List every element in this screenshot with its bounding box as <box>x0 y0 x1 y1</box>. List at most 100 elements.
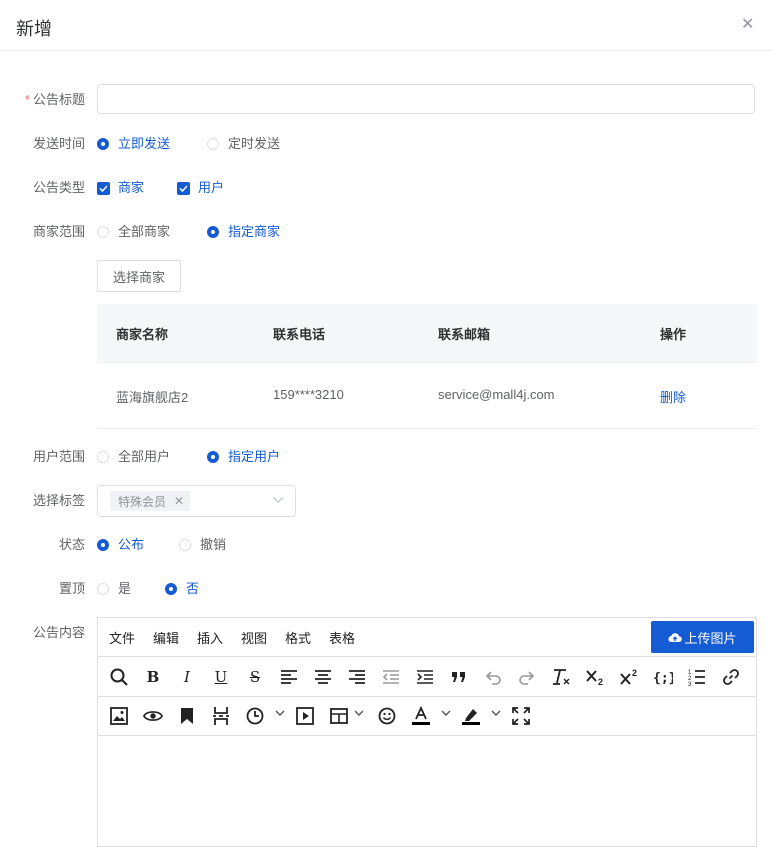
send-scheduled-radio[interactable]: 定时发送 <box>207 134 280 154</box>
preview-icon[interactable] <box>143 706 163 726</box>
clear-format-icon[interactable] <box>551 667 571 687</box>
type-merchant-checkbox[interactable]: 商家 <box>97 178 144 198</box>
radio-unchecked-icon <box>207 138 219 150</box>
merchant-scope-label: 商家范围 <box>32 224 85 239</box>
tag-select[interactable]: 特殊会员 ✕ <box>97 485 296 517</box>
cloud-upload-icon <box>668 632 683 642</box>
column-header: 操作 <box>660 327 687 342</box>
merchant-name-cell: 蓝海旗舰店2 <box>116 390 189 405</box>
select-merchant-button[interactable]: 选择商家 <box>97 260 181 292</box>
specific-users-radio[interactable]: 指定用户 <box>207 447 280 467</box>
checkbox-checked-icon <box>177 181 190 195</box>
svg-text:2: 2 <box>598 677 603 686</box>
all-users-radio[interactable]: 全部用户 <box>97 447 170 467</box>
menu-edit[interactable]: 编辑 <box>153 628 179 647</box>
align-left-icon[interactable] <box>279 667 299 687</box>
editor-content-area[interactable] <box>98 736 756 846</box>
search-icon[interactable] <box>109 667 129 687</box>
svg-text:{;}: {;} <box>653 671 673 685</box>
link-icon[interactable] <box>721 667 741 687</box>
radio-checked-icon <box>207 226 219 238</box>
chevron-down-icon[interactable] <box>491 710 501 717</box>
column-header: 联系邮箱 <box>438 327 491 342</box>
column-header: 商家名称 <box>116 327 169 342</box>
merchant-phone-cell: 159****3210 <box>273 387 344 402</box>
bookmark-icon[interactable] <box>177 706 197 726</box>
checkbox-checked-icon <box>97 181 110 195</box>
radio-checked-icon <box>97 539 109 551</box>
status-label: 状态 <box>58 537 85 552</box>
menu-file[interactable]: 文件 <box>109 628 135 647</box>
text-color-icon[interactable] <box>411 706 431 726</box>
subscript-icon[interactable]: 2 <box>585 667 605 687</box>
media-icon[interactable] <box>295 706 315 726</box>
type-user-checkbox[interactable]: 用户 <box>177 178 224 198</box>
image-icon[interactable] <box>109 706 129 726</box>
chevron-down-icon[interactable] <box>275 710 285 717</box>
radio-unchecked-icon <box>97 226 109 238</box>
send-time-label: 发送时间 <box>32 136 85 151</box>
table-row: 蓝海旗舰店2 159****3210 service@mall4j.com 删除 <box>97 363 757 429</box>
superscript-icon[interactable]: 2 <box>619 667 639 687</box>
outdent-icon[interactable] <box>381 667 401 687</box>
upload-image-button[interactable]: 上传图片 <box>651 621 754 653</box>
menu-view[interactable]: 视图 <box>241 628 267 647</box>
notice-type-label: 公告类型 <box>32 180 85 195</box>
radio-checked-icon <box>165 583 177 595</box>
rich-text-editor: 文件 编辑 插入 视图 格式 表格 上传图片 B I U S 2 2 {;} 1… <box>97 617 757 847</box>
tag-close-icon[interactable]: ✕ <box>174 494 184 508</box>
radio-checked-icon <box>97 138 109 150</box>
title-input[interactable] <box>97 84 755 114</box>
delete-link[interactable]: 删除 <box>660 387 686 406</box>
page-break-icon[interactable] <box>211 706 231 726</box>
menu-table[interactable]: 表格 <box>329 628 355 647</box>
editor-toolbar-row1: B I U S 2 2 {;} 123 <box>98 657 756 697</box>
svg-text:2: 2 <box>632 668 637 678</box>
underline-icon[interactable]: U <box>211 667 231 687</box>
status-revoke-radio[interactable]: 撤销 <box>179 535 226 555</box>
strikethrough-icon[interactable]: S <box>245 667 265 687</box>
title-label: * 公告标题 <box>24 92 85 107</box>
menu-insert[interactable]: 插入 <box>197 628 223 647</box>
merchant-table-header: 商家名称 联系电话 联系邮箱 操作 <box>97 304 757 363</box>
code-icon[interactable]: {;} <box>653 667 673 687</box>
send-now-radio[interactable]: 立即发送 <box>97 134 170 154</box>
required-mark: * <box>24 92 30 107</box>
dialog-header: 新增 ✕ <box>0 0 772 51</box>
specific-merchants-radio[interactable]: 指定商家 <box>207 222 280 242</box>
blockquote-icon[interactable] <box>449 667 469 687</box>
clock-icon[interactable] <box>245 706 265 726</box>
indent-icon[interactable] <box>415 667 435 687</box>
table-icon[interactable] <box>329 706 349 726</box>
status-publish-radio[interactable]: 公布 <box>97 535 144 555</box>
merchant-email-cell: service@mall4j.com <box>438 387 555 402</box>
italic-icon[interactable]: I <box>177 667 197 687</box>
pin-yes-radio[interactable]: 是 <box>97 579 131 599</box>
align-center-icon[interactable] <box>313 667 333 687</box>
radio-unchecked-icon <box>97 451 109 463</box>
all-merchants-radio[interactable]: 全部商家 <box>97 222 170 242</box>
content-label: 公告内容 <box>32 625 85 640</box>
user-scope-label: 用户范围 <box>32 449 85 464</box>
svg-text:3: 3 <box>688 682 692 686</box>
chevron-down-icon[interactable] <box>354 710 364 717</box>
align-right-icon[interactable] <box>347 667 367 687</box>
editor-menubar: 文件 编辑 插入 视图 格式 表格 上传图片 <box>98 618 756 657</box>
redo-icon[interactable] <box>517 667 537 687</box>
emoji-icon[interactable] <box>377 706 397 726</box>
editor-toolbar-row2 <box>98 696 756 736</box>
bold-icon[interactable]: B <box>143 667 163 687</box>
close-icon[interactable]: ✕ <box>741 17 754 33</box>
radio-checked-icon <box>207 451 219 463</box>
dialog-title: 新增 <box>16 19 52 39</box>
highlight-color-icon[interactable] <box>461 706 481 726</box>
chevron-down-icon[interactable] <box>441 710 451 717</box>
radio-unchecked-icon <box>97 583 109 595</box>
menu-format[interactable]: 格式 <box>285 628 311 647</box>
pin-no-radio[interactable]: 否 <box>165 579 199 599</box>
pin-top-label: 置顶 <box>58 581 85 596</box>
undo-icon[interactable] <box>483 667 503 687</box>
fullscreen-icon[interactable] <box>511 706 531 726</box>
tag-chip: 特殊会员 ✕ <box>110 491 191 511</box>
numbered-list-icon[interactable]: 123 <box>687 667 707 687</box>
